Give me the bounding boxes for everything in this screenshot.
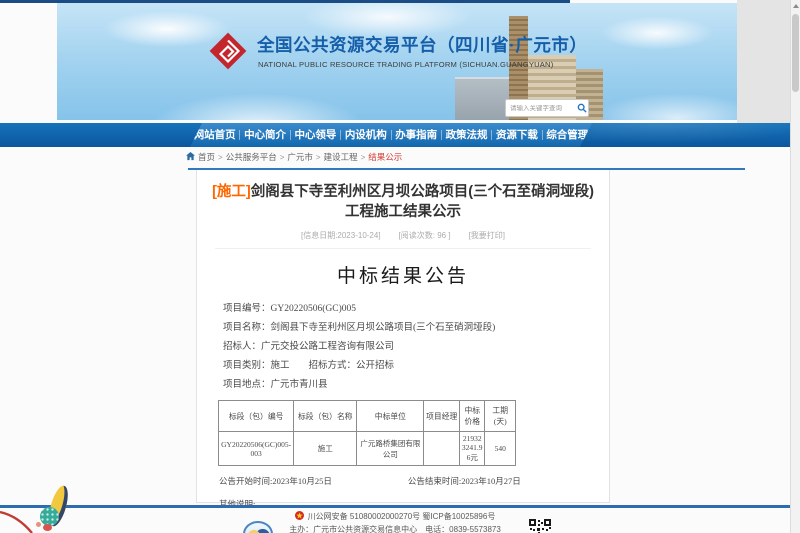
announcement-title: [施工]剑阁县下寺至利州区月坝公路项目(三个石至硝洞垭段)工程施工结果公示 — [211, 182, 595, 222]
td-duration: 540 — [485, 432, 516, 466]
breadcrumb-item-home[interactable]: 首页 — [198, 151, 215, 163]
td-project-manager — [424, 432, 460, 466]
emblem-icon — [295, 511, 304, 522]
detail-location: 项目地点：广元市青川县 — [223, 376, 609, 395]
print-link[interactable]: [我要打印] — [469, 230, 505, 241]
breadcrumb-item-construction[interactable]: 建设工程 — [324, 151, 358, 163]
site-banner: 全国公共资源交易平台（四川省·广元市） NATIONAL PUBLIC RESO… — [57, 3, 737, 120]
category-tag: [施工] — [212, 184, 251, 200]
notice-heading: 中标结果公告 — [197, 261, 609, 288]
breadcrumb-separator: > — [218, 153, 223, 162]
td-section-name: 施工 — [294, 432, 357, 466]
bid-result-table: 标段（包）编号 标段（包）名称 中标单位 项目经理 中标价格 工期(天) GY2… — [218, 400, 516, 466]
breadcrumb-separator: > — [361, 153, 366, 162]
scrollbar[interactable] — [790, 0, 800, 533]
table-header-row: 标段（包）编号 标段（包）名称 中标单位 项目经理 中标价格 工期(天) — [219, 401, 516, 432]
nav-item-center-leaders[interactable]: 中心领导 — [291, 123, 340, 147]
host-text: 主办：广元市公共资源交易信息中心 电话：0839-5573873 — [0, 524, 790, 533]
qr-code — [529, 519, 551, 533]
page: { "banner": { "title": "全国公共资源交易平台（四川省·广… — [0, 0, 800, 533]
breadcrumb: 首页 > 公共服务平台 > 广元市 > 建设工程 > 结果公示 — [186, 151, 402, 163]
detail-project-number: 项目编号：GY20220506(GC)005 — [223, 300, 609, 319]
announcement-panel: [施工]剑阁县下寺至利州区月坝公路项目(三个石至硝洞垭段)工程施工结果公示 [信… — [196, 170, 610, 503]
table-row: GY20220506(GC)005-003 施工 广元路桥集团有限公司 2193… — [219, 432, 516, 466]
scrollbar-thumb[interactable] — [792, 14, 799, 92]
search-input[interactable] — [506, 105, 575, 112]
building-graphic — [455, 77, 509, 120]
meta-date: [信息日期:2023-10-24] — [301, 230, 381, 241]
notice-end-time: 公告结束时间:2023年10月27日 — [408, 475, 521, 487]
nav-item-policies[interactable]: 政策法规 — [442, 123, 491, 147]
scroll-up-button[interactable] — [791, 0, 800, 12]
th-winning-bidder: 中标单位 — [357, 401, 424, 432]
breadcrumb-separator: > — [316, 153, 321, 162]
site-title: 全国公共资源交易平台（四川省·广元市） — [257, 32, 587, 57]
th-bid-price: 中标价格 — [460, 401, 485, 432]
decorative-red-curve — [0, 498, 60, 533]
nav-item-center-intro[interactable]: 中心简介 — [240, 123, 289, 147]
platform-logo-icon — [205, 28, 251, 79]
footer-badge — [243, 521, 273, 533]
beian-text: 川公网安备 51080002000270号 蜀ICP备10025896号 — [308, 511, 496, 522]
nav-item-service-guide[interactable]: 办事指南 — [392, 123, 441, 147]
nav-item-management[interactable]: 综合管理 — [543, 123, 592, 147]
page-footer: 川公网安备 51080002000270号 蜀ICP备10025896号 主办：… — [0, 505, 790, 533]
footer-beian-line: 川公网安备 51080002000270号 蜀ICP备10025896号 — [0, 511, 790, 522]
notice-start-time: 公告开始时间:2023年10月25日 — [219, 475, 332, 487]
main-nav: 网站首页 中心简介 中心领导 内设机构 办事指南 政策法规 资源下载 综合管理 — [0, 123, 790, 147]
nav-item-home[interactable]: 网站首页 — [190, 123, 239, 147]
detail-tenderee: 招标人：广元交投公路工程咨询有限公司 — [223, 338, 609, 357]
site-subtitle: NATIONAL PUBLIC RESOURCE TRADING PLATFOR… — [258, 60, 553, 69]
th-duration: 工期(天) — [485, 401, 516, 432]
nav-menu: 网站首页 中心简介 中心领导 内设机构 办事指南 政策法规 资源下载 综合管理 — [190, 123, 592, 147]
nav-item-downloads[interactable]: 资源下载 — [492, 123, 541, 147]
home-icon — [186, 152, 195, 163]
td-section-number: GY20220506(GC)005-003 — [219, 432, 294, 466]
search-box — [505, 99, 589, 117]
detail-project-name: 项目名称：剑阁县下寺至利州区月坝公路项目(三个石至硝洞垭段) — [223, 319, 609, 338]
nav-item-departments[interactable]: 内设机构 — [341, 123, 390, 147]
breadcrumb-item-service-platform[interactable]: 公共服务平台 — [226, 151, 277, 163]
th-project-manager: 项目经理 — [424, 401, 460, 432]
td-winning-bidder: 广元路桥集团有限公司 — [357, 432, 424, 466]
notice-times: 公告开始时间:2023年10月25日 公告结束时间:2023年10月27日 — [219, 475, 587, 487]
announcement-title-text: 剑阁县下寺至利州区月坝公路项目(三个石至硝洞垭段)工程施工结果公示 — [251, 184, 594, 220]
detail-category-and-method: 项目类别：施工 招标方式：公开招标 — [223, 357, 609, 376]
breadcrumb-item-guangyuan[interactable]: 广元市 — [287, 151, 313, 163]
page-right-margin — [737, 0, 790, 123]
meta-views: [阅读次数: 96 ] — [399, 230, 451, 241]
breadcrumb-separator: > — [280, 153, 285, 162]
project-details: 项目编号：GY20220506(GC)005 项目名称：剑阁县下寺至利州区月坝公… — [223, 300, 609, 395]
meta-bar: [信息日期:2023-10-24] [阅读次数: 96 ] [我要打印] — [215, 230, 591, 249]
breadcrumb-item-current: 结果公示 — [368, 151, 402, 163]
search-icon[interactable] — [575, 103, 588, 113]
th-section-number: 标段（包）编号 — [219, 401, 294, 432]
th-section-name: 标段（包）名称 — [294, 401, 357, 432]
td-bid-price: 219323241.96元 — [460, 432, 485, 466]
